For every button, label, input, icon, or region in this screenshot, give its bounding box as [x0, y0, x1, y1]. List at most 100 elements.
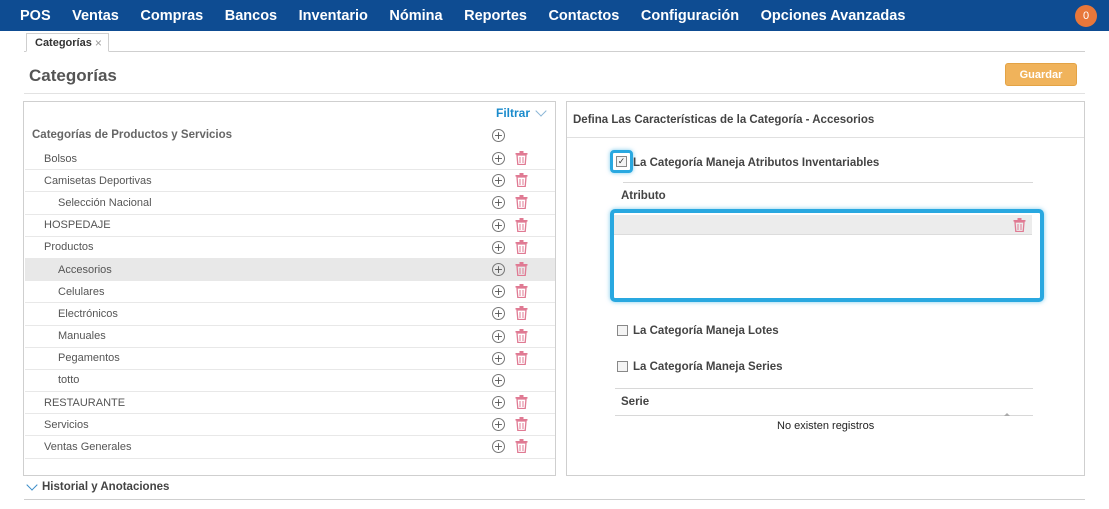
tab-strip: Categorías × [24, 31, 1085, 52]
tree-row-label: Camisetas Deportivas [44, 174, 152, 187]
tree-row-label: Servicios [44, 418, 89, 431]
detail-divider [567, 137, 1084, 138]
history-label: Historial y Anotaciones [42, 481, 170, 493]
attribute-header: Atributo [621, 190, 666, 202]
delete-category-icon[interactable] [515, 350, 528, 365]
add-subcategory-icon[interactable]: + [492, 174, 505, 188]
inventory-attr-label: La Categoría Maneja Atributos Inventaria… [633, 157, 880, 169]
tree-row[interactable]: Servicios + [25, 414, 555, 437]
tab-categorias[interactable]: Categorías × [26, 33, 109, 52]
tree-row-label: Pegamentos [58, 352, 120, 365]
close-icon[interactable]: × [95, 36, 102, 50]
add-subcategory-icon[interactable]: + [492, 329, 505, 343]
tree-row[interactable]: Accesorios + [25, 258, 555, 282]
add-subcategory-icon[interactable]: + [492, 351, 505, 365]
delete-attribute-icon[interactable] [1013, 217, 1026, 236]
series-checkbox[interactable] [617, 361, 628, 372]
add-subcategory-icon[interactable]: + [492, 396, 505, 410]
nav-opciones-avanzadas[interactable]: Opciones Avanzadas [761, 8, 906, 24]
delete-category-icon[interactable] [515, 173, 528, 188]
tree-row-label: totto [58, 374, 80, 387]
delete-category-icon[interactable] [515, 417, 528, 432]
filter-toggle[interactable]: Filtrar [495, 105, 547, 120]
nav-compras[interactable]: Compras [140, 8, 203, 24]
header-divider [24, 93, 1085, 94]
nav-ventas[interactable]: Ventas [72, 8, 119, 24]
scroll-up-arrow-icon[interactable] [1004, 413, 1010, 416]
add-subcategory-icon[interactable]: + [492, 440, 505, 454]
tree-row[interactable]: RESTAURANTE + [25, 392, 555, 415]
tree-row[interactable]: totto + [25, 370, 555, 393]
delete-category-icon[interactable] [515, 151, 528, 165]
detail-title: Defina Las Características de la Categor… [573, 114, 875, 126]
add-subcategory-icon[interactable]: + [492, 240, 505, 254]
lots-checkbox[interactable] [617, 325, 628, 336]
delete-category-icon[interactable] [515, 395, 528, 410]
tree-row[interactable]: Electrónicos + [25, 303, 555, 326]
tree-row[interactable]: Selección Nacional + [25, 192, 555, 215]
delete-category-icon[interactable] [515, 284, 528, 299]
tree-row-label: Electrónicos [58, 307, 118, 320]
delete-category-icon[interactable] [515, 261, 528, 276]
delete-category-icon[interactable] [515, 306, 528, 321]
tree-root-label: Categorías de Productos y Servicios [32, 129, 233, 141]
nav-configuracion[interactable]: Configuración [641, 8, 739, 24]
add-subcategory-icon[interactable]: + [492, 285, 505, 299]
tree-row[interactable]: Productos + [25, 237, 555, 259]
nav-reportes[interactable]: Reportes [464, 8, 527, 24]
series-header: Serie [621, 396, 650, 408]
chevron-down-icon [535, 105, 547, 117]
tab-label: Categorías [35, 36, 92, 49]
tree-row-label: Celulares [58, 285, 105, 298]
category-tree: Bolsos + Camisetas Deportivas + Selección Na… [25, 148, 555, 459]
attribute-grid [610, 209, 1044, 302]
tree-row-label: Bolsos [44, 152, 78, 165]
notification-badge[interactable]: 0 [1075, 5, 1097, 27]
attribute-row[interactable] [614, 215, 1032, 235]
add-subcategory-icon[interactable]: + [492, 373, 505, 387]
nav-inventario[interactable]: Inventario [299, 8, 368, 24]
page-title: Categorías [29, 66, 117, 85]
tree-row[interactable]: Camisetas Deportivas + [25, 170, 555, 193]
category-detail-panel: Defina Las Características de la Categor… [566, 101, 1085, 476]
chevron-down-icon [26, 478, 38, 491]
inventory-attr-checkbox[interactable]: ✓ [616, 156, 627, 167]
tree-row[interactable]: Bolsos + [25, 148, 555, 171]
save-button[interactable]: Guardar [1005, 63, 1077, 86]
add-subcategory-icon[interactable]: + [492, 218, 505, 232]
nav-nomina[interactable]: Nómina [389, 8, 442, 24]
tree-row[interactable]: Celulares + [25, 281, 555, 304]
tree-row-label: Manuales [58, 330, 106, 343]
tree-row-label: HOSPEDAJE [44, 219, 111, 232]
add-subcategory-icon[interactable]: + [492, 152, 505, 165]
tree-row[interactable]: Ventas Generales + [25, 436, 555, 459]
tree-row-label: RESTAURANTE [44, 396, 126, 409]
delete-category-icon[interactable] [515, 195, 528, 210]
add-subcategory-icon[interactable]: + [492, 307, 505, 321]
add-subcategory-icon[interactable]: + [492, 418, 505, 432]
tree-row[interactable]: Pegamentos + [25, 348, 555, 370]
delete-category-icon[interactable] [515, 239, 528, 254]
tree-row-label: Accesorios [58, 263, 112, 276]
nav-contactos[interactable]: Contactos [548, 8, 619, 24]
nav-pos[interactable]: POS [20, 8, 51, 24]
tree-row[interactable]: Manuales + [25, 326, 555, 348]
delete-category-icon[interactable] [515, 328, 528, 343]
tree-row-label: Ventas Generales [44, 441, 132, 454]
add-subcategory-icon[interactable]: + [492, 196, 505, 210]
delete-category-icon[interactable] [515, 217, 528, 232]
tree-row[interactable]: HOSPEDAJE + [25, 215, 555, 237]
history-toggle[interactable]: Historial y Anotaciones [26, 478, 170, 493]
delete-category-icon[interactable] [515, 439, 528, 454]
add-root-category-icon[interactable]: + [492, 129, 505, 142]
category-tree-panel: Filtrar Categorías de Productos y Servic… [23, 101, 556, 476]
top-nav-bar: POS Ventas Compras Bancos Inventario Nóm… [0, 0, 1109, 31]
inventory-attr-checkbox-highlight: ✓ [610, 150, 633, 173]
series-label: La Categoría Maneja Series [633, 361, 783, 373]
tree-row-label: Selección Nacional [58, 196, 152, 209]
section-divider [623, 182, 1033, 183]
nav-bancos[interactable]: Bancos [225, 8, 277, 24]
no-records-message: No existen registros [777, 420, 875, 432]
add-subcategory-icon[interactable]: + [492, 262, 505, 276]
filter-label: Filtrar [495, 106, 530, 120]
